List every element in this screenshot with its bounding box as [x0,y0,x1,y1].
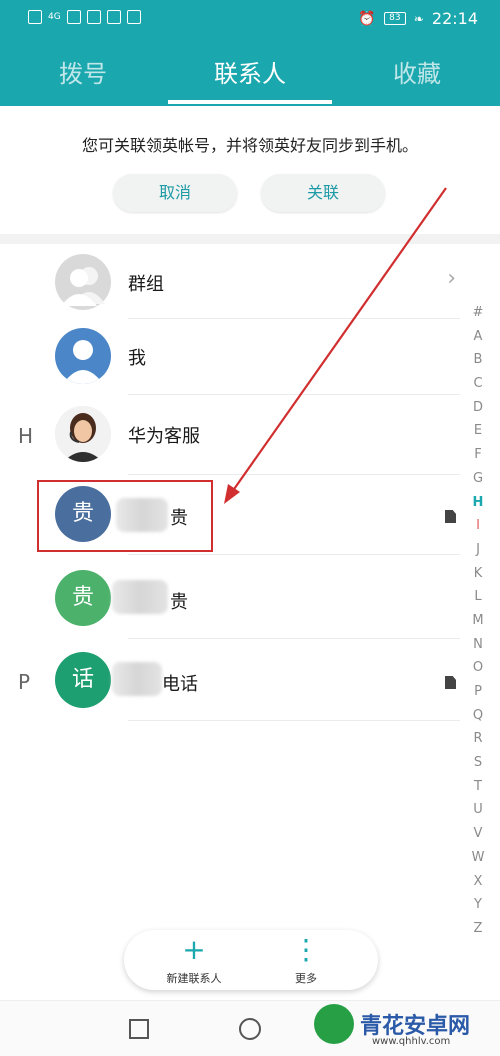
recent-apps-icon[interactable] [129,1019,149,1039]
new-contact-label: 新建联系人 [166,972,222,985]
plus-icon: + [182,933,206,966]
home-icon[interactable] [239,1018,261,1040]
new-contact-button[interactable]: + 新建联系人 [144,934,244,986]
bottom-action-bar: + 新建联系人 ⋮ 更多 [124,930,378,990]
annotation-arrow [224,187,447,504]
more-label: 更多 [295,972,317,985]
more-button[interactable]: ⋮ 更多 [256,934,356,986]
watermark-logo-icon [314,1004,354,1044]
watermark-url: www.qhhlv.com [372,1036,451,1047]
more-vertical-icon: ⋮ [292,933,320,966]
